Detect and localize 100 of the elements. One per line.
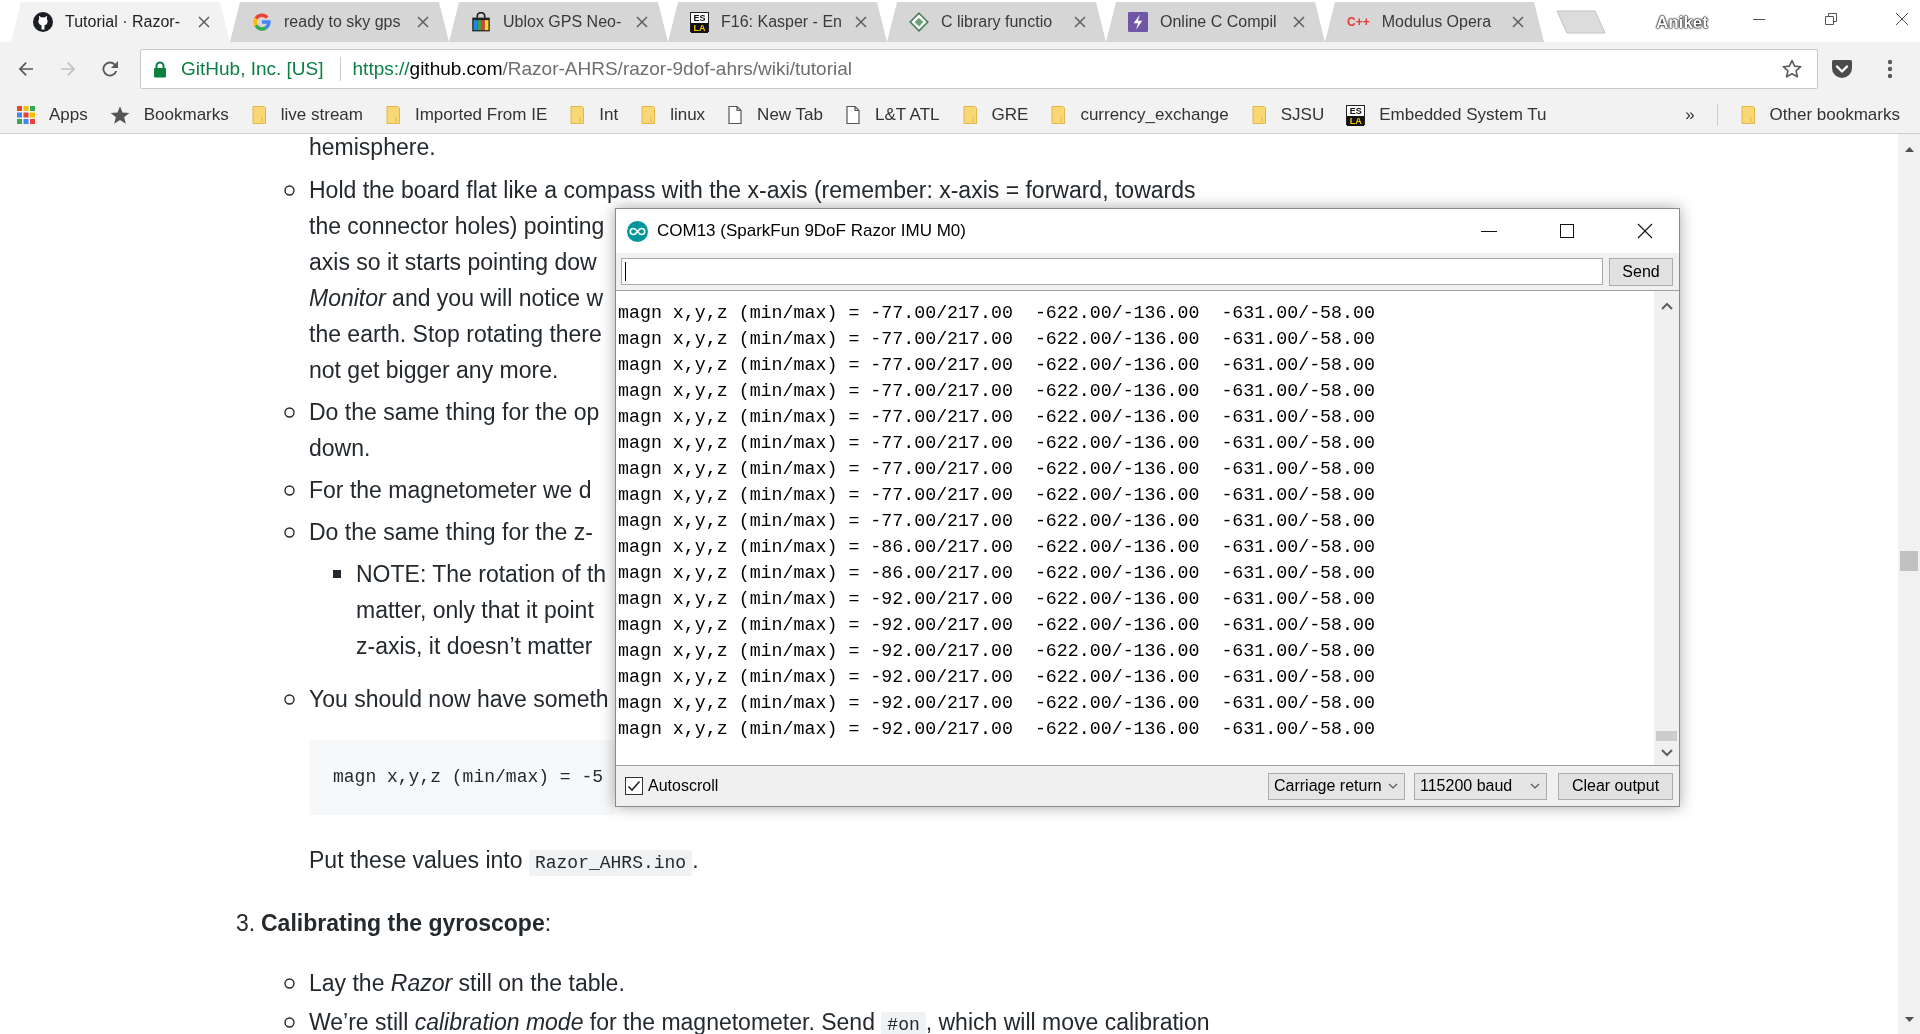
- bullet-icon: [284, 978, 295, 989]
- output-line: magn x,y,z (min/max) = -77.00/217.00 -622.00/-136.00 -631.00/-58.00: [618, 458, 1375, 481]
- diamond-icon: [909, 12, 929, 32]
- cat-icon: [33, 12, 53, 32]
- output-line: magn x,y,z (min/max) = -86.00/217.00 -622.00/-136.00 -631.00/-58.00: [618, 536, 1375, 559]
- clear-output-button[interactable]: Clear output: [1558, 772, 1673, 800]
- chevron-up-icon[interactable]: [1660, 302, 1673, 310]
- line-ending-dropdown[interactable]: Carriage return: [1268, 772, 1405, 800]
- browser-tab[interactable]: Tutorial · Razor-: [11, 2, 230, 42]
- restore-icon[interactable]: [1824, 12, 1838, 26]
- triangle-down-icon[interactable]: [1904, 1016, 1914, 1022]
- serial-input-field[interactable]: [621, 258, 1603, 285]
- folder-icon: [384, 104, 401, 125]
- bookmark-item[interactable]: Int: [569, 101, 619, 128]
- output-line: magn x,y,z (min/max) = -92.00/217.00 -622.00/-136.00 -631.00/-58.00: [618, 640, 1375, 663]
- output-line: magn x,y,z (min/max) = -77.00/217.00 -622.00/-136.00 -631.00/-58.00: [618, 380, 1375, 403]
- output-scrollbar[interactable]: [1654, 291, 1679, 765]
- list-heading: Calibrating the gyroscope:: [261, 909, 552, 938]
- favicon-logo: ES LA: [690, 12, 709, 32]
- output-line: magn x,y,z (min/max) = -77.00/217.00 -622.00/-136.00 -631.00/-58.00: [618, 510, 1375, 533]
- output-line: magn x,y,z (min/max) = -77.00/217.00 -622.00/-136.00 -631.00/-58.00: [618, 354, 1375, 377]
- list-item-text: Lay the Razor still on the table.: [309, 969, 625, 997]
- profile-button[interactable]: Aniket: [1656, 10, 1708, 36]
- list-number: 3.: [236, 909, 257, 938]
- list-item-text: NOTE: The rotation of th: [356, 560, 607, 589]
- ring-logo-icon: [252, 12, 272, 32]
- list-item-text: not get bigger any more.: [309, 356, 559, 385]
- list-item-text: For the magnetometer we d: [309, 476, 592, 505]
- browser-tab[interactable]: Ublox GPS Neo-: [449, 2, 668, 42]
- bookmark-item[interactable]: live stream: [250, 101, 363, 128]
- bookmark-item[interactable]: Apps: [17, 101, 88, 128]
- page-icon: [844, 104, 861, 125]
- back-icon[interactable]: [16, 59, 36, 79]
- bookmark-item[interactable]: SJSU: [1250, 101, 1325, 128]
- maximize-icon[interactable]: [1558, 223, 1575, 239]
- scrollbar-thumb[interactable]: [1656, 731, 1677, 741]
- browser-tab[interactable]: C library functio: [887, 2, 1106, 42]
- bookmarks-overflow-button[interactable]: »: [1685, 101, 1695, 128]
- bookmark-item[interactable]: Imported From IE: [384, 101, 548, 128]
- bookmark-item[interactable]: linux: [640, 101, 706, 128]
- baud-rate-dropdown[interactable]: 115200 baud: [1414, 772, 1547, 800]
- code-block: magn x,y,z (min/max) = -5: [309, 740, 615, 815]
- bookmark-item[interactable]: L&T ATL: [844, 101, 940, 128]
- checkmark-icon: [627, 779, 641, 793]
- site-info-button[interactable]: GitHub, Inc. [US]: [153, 54, 324, 84]
- close-icon[interactable]: [1636, 223, 1653, 239]
- list-item-text: Monitor and you will notice w: [309, 284, 604, 313]
- browser-tab[interactable]: ready to sky gps: [230, 2, 449, 42]
- browser-tab[interactable]: Online C Compil: [1106, 2, 1325, 42]
- list-item-text: Do the same thing for the z-: [309, 518, 593, 547]
- checkbox-label[interactable]: Autoscroll: [648, 774, 719, 798]
- address-bar[interactable]: GitHub, Inc. [US] https://github.com/Razor-AHRS/razor-9dof-ahrs/wiki/tutorial: [140, 49, 1818, 89]
- window-title: COM13 (SparkFun 9DoF Razor IMU M0): [657, 220, 967, 243]
- chevron-shield-icon[interactable]: [1830, 58, 1854, 80]
- bookmark-item[interactable]: GRE: [961, 101, 1029, 128]
- browser-tab[interactable]: C++ Modulus Opera: [1325, 2, 1544, 42]
- bolt-icon: [1128, 12, 1148, 32]
- caret-icon: [1388, 783, 1398, 789]
- bookmark-item[interactable]: ES LA Embedded System Tu: [1346, 101, 1547, 128]
- list-item-text: down.: [309, 434, 371, 463]
- bullet-icon: [284, 185, 295, 196]
- folder-icon: [250, 104, 267, 125]
- autoscroll-checkbox[interactable]: [625, 777, 643, 795]
- scrollbar-thumb[interactable]: [1900, 551, 1918, 571]
- infinity-logo-icon: [627, 220, 648, 242]
- lock-icon: [153, 60, 167, 78]
- output-line: magn x,y,z (min/max) = -92.00/217.00 -622.00/-136.00 -631.00/-58.00: [618, 718, 1375, 741]
- output-line: magn x,y,z (min/max) = -77.00/217.00 -622.00/-136.00 -631.00/-58.00: [618, 302, 1375, 325]
- close-icon[interactable]: [1895, 12, 1909, 26]
- output-line: magn x,y,z (min/max) = -92.00/217.00 -622.00/-136.00 -631.00/-58.00: [618, 692, 1375, 715]
- bookmark-item[interactable]: Bookmarks: [109, 101, 229, 128]
- folder-icon: [640, 104, 657, 125]
- list-item-text: axis so it starts pointing dow: [309, 248, 597, 277]
- browser-tab[interactable]: ES LA F16: Kasper - En: [668, 2, 887, 42]
- reload-icon[interactable]: [100, 59, 120, 79]
- list-item-text: hemisphere.: [309, 134, 436, 160]
- favicon-logo: ES LA: [1346, 104, 1366, 125]
- star-icon: [109, 104, 130, 125]
- list-item-text: You should now have someth: [309, 685, 609, 714]
- bookmark-item[interactable]: currency_exchange: [1050, 101, 1229, 128]
- bookmark-item[interactable]: New Tab: [727, 101, 823, 128]
- output-line: magn x,y,z (min/max) = -77.00/217.00 -622.00/-136.00 -631.00/-58.00: [618, 484, 1375, 507]
- output-line: magn x,y,z (min/max) = -86.00/217.00 -622.00/-136.00 -631.00/-58.00: [618, 562, 1375, 585]
- logo-text: C++: [1347, 14, 1370, 31]
- apps-grid-icon: [17, 105, 35, 124]
- menu-icon[interactable]: [1887, 58, 1893, 80]
- bullet-icon: [284, 485, 295, 496]
- send-button[interactable]: Send: [1609, 257, 1673, 286]
- list-item-text: the earth. Stop rotating there: [309, 320, 602, 349]
- star-outline-icon[interactable]: [1781, 58, 1803, 80]
- folder-icon: [1739, 104, 1756, 125]
- url-text[interactable]: https://github.com/Razor-AHRS/razor-9dof-ahrs/wiki/tutorial: [352, 54, 1781, 84]
- folder-icon: [1050, 104, 1067, 125]
- list-item-text: Do the same thing for the op: [309, 398, 600, 427]
- caret-icon: [1530, 783, 1540, 789]
- chevron-down-icon[interactable]: [1660, 749, 1673, 757]
- folder-icon: [961, 104, 978, 125]
- page-scrollbar[interactable]: [1898, 134, 1920, 1034]
- bookmark-item[interactable]: Other bookmarks: [1739, 101, 1900, 128]
- triangle-up-icon[interactable]: [1904, 146, 1914, 152]
